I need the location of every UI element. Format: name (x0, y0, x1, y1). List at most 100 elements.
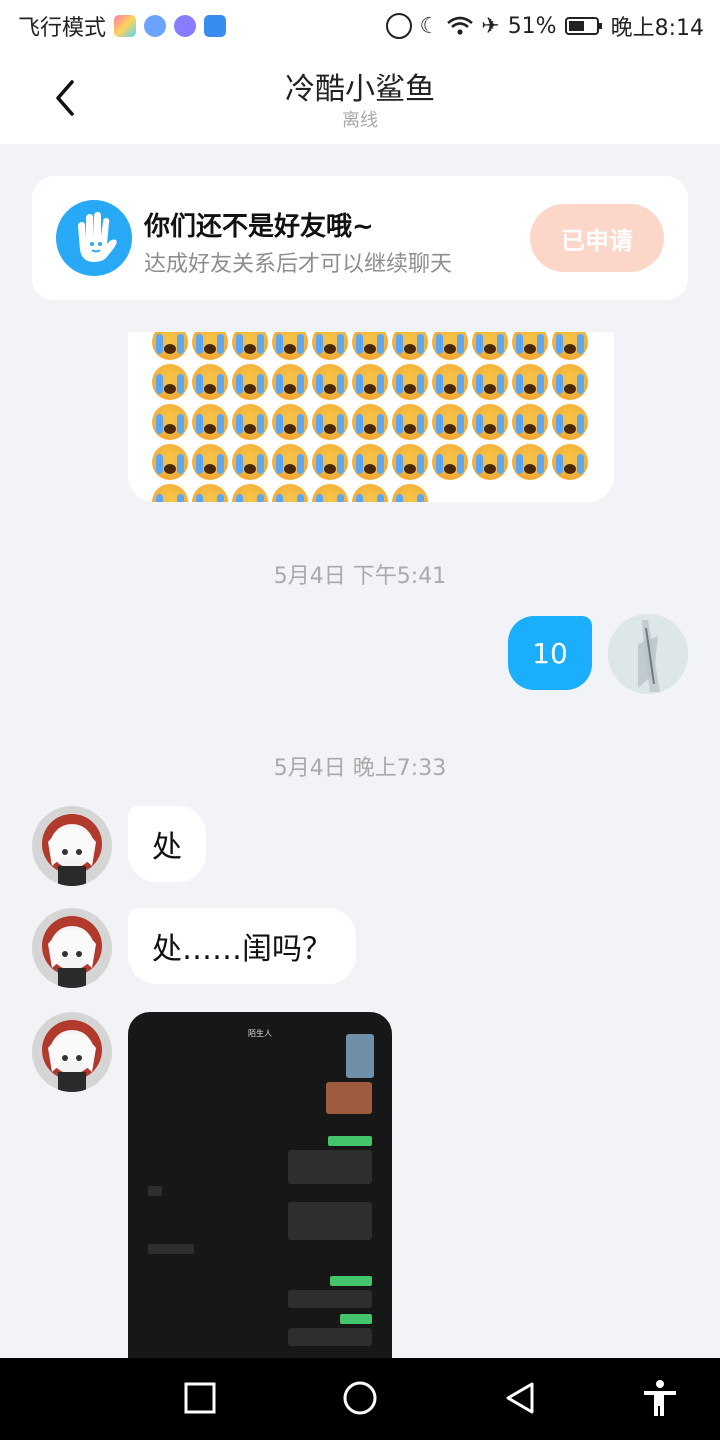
my-message-bubble[interactable]: 10 (508, 616, 592, 690)
contact-avatar[interactable] (32, 908, 112, 988)
crying-face-icon (352, 364, 388, 400)
crying-face-icon (312, 404, 348, 440)
app-notification-icon (114, 15, 137, 37)
accessibility-icon[interactable] (640, 1378, 680, 1418)
crying-face-icon (512, 444, 548, 480)
crying-face-icon (232, 332, 268, 360)
crying-face-icon (272, 364, 308, 400)
crying-face-icon (232, 444, 268, 480)
crying-face-icon (392, 364, 428, 400)
crying-face-icon (312, 332, 348, 360)
status-right: ☾ ✈ 51% 晚上8:14 (385, 10, 704, 42)
image-green-bubble (328, 1136, 372, 1146)
image-thumb (326, 1082, 372, 1114)
crying-face-icon (512, 364, 548, 400)
crying-face-icon (312, 484, 348, 502)
system-navigation-bar (0, 1358, 720, 1440)
image-message[interactable]: 陌生人 (128, 1012, 392, 1358)
crying-face-icon (392, 484, 428, 502)
crying-face-icon (192, 484, 228, 502)
emoji-row (150, 362, 600, 402)
crying-face-icon (312, 444, 348, 480)
crying-face-icon (392, 332, 428, 360)
applied-button[interactable]: 已申请 (530, 204, 664, 272)
crying-face-icon (552, 364, 588, 400)
battery-icon (564, 17, 602, 35)
contact-avatar[interactable] (32, 1012, 112, 1092)
crying-face-icon (192, 444, 228, 480)
battery-percent: 51% (507, 13, 557, 39)
crying-face-icon (352, 332, 388, 360)
alarm-icon (385, 13, 412, 39)
crying-face-icon (312, 364, 348, 400)
crying-face-icon (272, 332, 308, 360)
chat-header: 冷酷小鲨鱼 离线 (0, 52, 720, 144)
clock-time: 晚上8:14 (610, 16, 704, 41)
crying-face-icon (272, 484, 308, 502)
image-green-bubble (340, 1314, 372, 1324)
crying-face-icon (232, 364, 268, 400)
crying-face-icon (272, 444, 308, 480)
emoji-row (150, 332, 600, 362)
emoji-message-bubble[interactable] (128, 332, 614, 502)
crying-face-icon (232, 404, 268, 440)
triangle-back-icon[interactable] (500, 1378, 540, 1418)
crying-face-icon (432, 332, 468, 360)
emoji-row (150, 402, 600, 442)
crying-face-icon (152, 364, 188, 400)
circle-icon[interactable] (340, 1378, 380, 1418)
vpn-notification-icon (144, 15, 167, 37)
image-gray-bubble (148, 1186, 162, 1196)
crying-face-icon (152, 484, 188, 502)
crying-face-icon (552, 332, 588, 360)
crying-emoji-grid (150, 332, 600, 502)
status-left: 飞行模式 (18, 10, 227, 42)
timestamp: 5月4日 下午5:41 (273, 564, 447, 589)
crying-face-icon (392, 444, 428, 480)
shield-notification-icon (204, 15, 227, 37)
crying-face-icon (152, 332, 188, 360)
crying-face-icon (512, 404, 548, 440)
emoji-row (150, 482, 600, 502)
crying-face-icon (232, 484, 268, 502)
crying-face-icon (472, 332, 508, 360)
their-message-bubble[interactable]: 处……闺吗？ (128, 908, 356, 984)
their-message-bubble[interactable]: 处 (128, 806, 206, 882)
hand-wave-icon (56, 200, 132, 276)
status-bar: 飞行模式 ☾ ✈ 51% 晚上8:14 (0, 0, 720, 52)
contact-name: 冷酷小鲨鱼 (285, 72, 435, 107)
image-green-bubble (330, 1276, 372, 1286)
crying-face-icon (432, 364, 468, 400)
emoji-row (150, 442, 600, 482)
crying-face-icon (552, 404, 588, 440)
crying-face-icon (512, 332, 548, 360)
crying-face-icon (352, 444, 388, 480)
crying-face-icon (192, 332, 228, 360)
square-icon[interactable] (180, 1378, 220, 1418)
crying-face-icon (432, 444, 468, 480)
timestamp: 5月4日 晚上7:33 (273, 756, 447, 781)
image-gray-bubble (288, 1328, 372, 1346)
my-avatar[interactable] (608, 614, 688, 694)
image-thumb (346, 1034, 374, 1078)
image-gray-bubble (148, 1244, 194, 1254)
contact-avatar[interactable] (32, 806, 112, 886)
crying-face-icon (152, 404, 188, 440)
crying-face-icon (272, 404, 308, 440)
image-gray-bubble (288, 1290, 372, 1308)
contact-status: 离线 (342, 110, 378, 131)
image-gray-bubble (288, 1202, 372, 1240)
airplane-mode-label: 飞行模式 (18, 16, 107, 41)
crying-face-icon (192, 404, 228, 440)
crying-face-icon (472, 404, 508, 440)
airplane-icon: ✈ (481, 13, 500, 39)
wifi-icon (447, 16, 474, 35)
crying-face-icon (192, 364, 228, 400)
notice-description: 达成好友关系后才可以继续聊天 (144, 252, 453, 277)
friend-notice-card: 你们还不是好友哦~ 达成好友关系后才可以继续聊天 已申请 (32, 176, 688, 300)
crying-face-icon (472, 444, 508, 480)
music-notification-icon (174, 15, 197, 37)
image-gray-bubble (288, 1150, 372, 1184)
crying-face-icon (472, 364, 508, 400)
moon-icon: ☾ (419, 13, 440, 39)
